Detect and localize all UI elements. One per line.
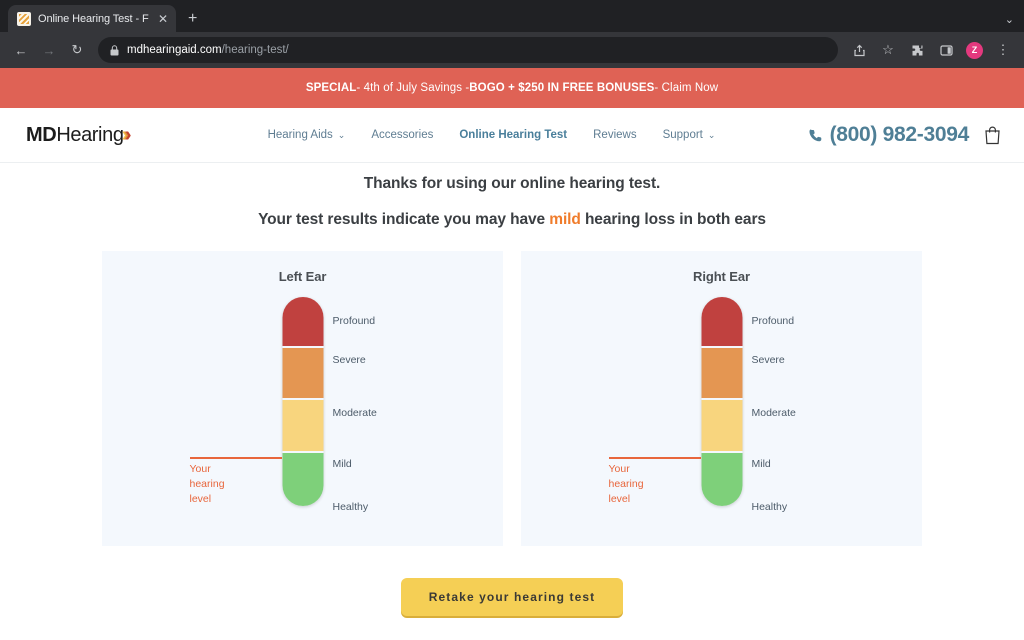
- phone-link[interactable]: (800) 982-3094: [808, 123, 969, 147]
- tab-title: Online Hearing Test - Free, Inst: [38, 12, 149, 25]
- button-row: Retake your hearing test: [0, 578, 1024, 616]
- tick-label-profound: Profound: [751, 315, 795, 327]
- logo-text: MDHearing: [26, 124, 124, 147]
- tick-label-healthy: Healthy: [751, 501, 788, 513]
- nav-item-online-hearing-test[interactable]: Online Hearing Test: [459, 129, 567, 141]
- gauge-segment-severe: [282, 347, 323, 401]
- chevron-down-icon: ⌄: [337, 129, 346, 140]
- result-prefix: Your test results indicate you may have: [258, 211, 550, 228]
- header-right: (800) 982-3094: [808, 123, 1002, 147]
- marker-label: Your hearing level: [608, 463, 644, 505]
- tick-label-severe: Severe: [332, 354, 366, 366]
- left-ear-gauge: [282, 297, 323, 506]
- tick-label-mild: Mild: [751, 458, 771, 470]
- url-domain: mdhearingaid.com: [127, 44, 222, 56]
- marker-line: [608, 457, 701, 459]
- gauge-segment-healthy: [701, 453, 742, 506]
- logo[interactable]: MDHearing › › ›: [26, 124, 132, 147]
- gauge-segment-moderate: [701, 400, 742, 454]
- marker-label: Your hearing level: [189, 463, 225, 505]
- browser-toolbar: ← → ↻ mdhearingaid.com/hearing-test/ ☆ Z…: [0, 32, 1024, 68]
- gauge-segment-profound: [282, 297, 323, 348]
- results-panels: Left Ear Profound Severe Moderate Mild H…: [102, 251, 922, 546]
- retake-test-button[interactable]: Retake your hearing test: [400, 578, 624, 616]
- promo-special-label: SPECIAL: [305, 82, 357, 94]
- toolbar-right-icons: ☆ Z ⋮: [846, 37, 1016, 63]
- tick-label-severe: Severe: [751, 354, 785, 366]
- tab-strip: Online Hearing Test - Free, Inst ✕ + ⌄: [0, 0, 1024, 32]
- logo-hearing: Hearing: [56, 123, 124, 146]
- back-icon[interactable]: ←: [8, 37, 34, 63]
- new-tab-button[interactable]: +: [188, 10, 197, 28]
- tick-label-moderate: Moderate: [751, 407, 796, 419]
- tick-label-healthy: Healthy: [332, 501, 369, 513]
- nav-item-reviews[interactable]: Reviews: [593, 129, 636, 141]
- browser-tab[interactable]: Online Hearing Test - Free, Inst ✕: [8, 5, 176, 32]
- right-ear-title: Right Ear: [693, 269, 750, 284]
- close-icon[interactable]: ✕: [156, 11, 170, 27]
- result-suffix: hearing loss in both ears: [580, 211, 766, 228]
- main-nav: Hearing Aids ⌄ Accessories Online Hearin…: [268, 129, 716, 141]
- extensions-icon[interactable]: [904, 37, 930, 63]
- avatar[interactable]: Z: [966, 41, 983, 59]
- address-bar[interactable]: mdhearingaid.com/hearing-test/: [98, 37, 838, 63]
- nav-item-accessories[interactable]: Accessories: [371, 129, 433, 141]
- lock-icon: [110, 44, 119, 55]
- menu-icon[interactable]: ⋮: [990, 37, 1016, 63]
- url-path: /hearing-test/: [221, 44, 289, 56]
- gauge-segment-severe: [701, 347, 742, 401]
- gauge-segment-profound: [701, 297, 742, 348]
- promo-claim-text: - Claim Now: [654, 82, 719, 94]
- left-ear-gauge-wrap: Profound Severe Moderate Mild Healthy Yo…: [102, 284, 503, 524]
- page-content: Thanks for using our online hearing test…: [0, 163, 1024, 640]
- left-ear-title: Left Ear: [278, 269, 327, 284]
- result-severity: mild: [549, 211, 581, 228]
- site-header: MDHearing › › › Hearing Aids ⌄ Accessori…: [0, 108, 1024, 163]
- nav-item-support[interactable]: Support ⌄: [663, 129, 716, 141]
- promo-banner[interactable]: SPECIAL - 4th of July Savings - BOGO + $…: [0, 68, 1024, 108]
- logo-md: MD: [26, 123, 57, 146]
- promo-mid-text: - 4th of July Savings -: [356, 82, 470, 94]
- promo-offer-label: BOGO + $250 IN FREE BONUSES: [469, 82, 655, 94]
- gauge-segment-moderate: [282, 400, 323, 454]
- side-panel-icon[interactable]: [933, 37, 959, 63]
- share-icon[interactable]: [846, 37, 872, 63]
- page-title: Thanks for using our online hearing test…: [363, 175, 661, 192]
- gauge-segment-healthy: [282, 453, 323, 506]
- tick-label-moderate: Moderate: [332, 407, 377, 419]
- right-ear-gauge: [701, 297, 742, 506]
- result-subtitle: Your test results indicate you may have …: [0, 211, 1024, 229]
- left-ear-panel: Left Ear Profound Severe Moderate Mild H…: [102, 251, 503, 546]
- right-ear-gauge-wrap: Profound Severe Moderate Mild Healthy Yo…: [521, 284, 922, 524]
- right-ear-panel: Right Ear Profound Severe Moderate Mild …: [521, 251, 922, 546]
- chevron-down-icon[interactable]: ⌄: [1005, 13, 1014, 26]
- site-favicon: [17, 11, 31, 26]
- bookmark-star-icon[interactable]: ☆: [875, 37, 901, 63]
- phone-icon: [809, 128, 821, 141]
- cart-icon[interactable]: [983, 125, 1002, 145]
- url-text: mdhearingaid.com/hearing-test/: [127, 44, 289, 56]
- browser-chrome: Online Hearing Test - Free, Inst ✕ + ⌄ ←…: [0, 0, 1024, 68]
- forward-icon[interactable]: →: [36, 37, 62, 63]
- left-ear-marker: Your hearing level: [189, 457, 282, 507]
- reload-icon[interactable]: ↻: [64, 37, 90, 63]
- phone-number: (800) 982-3094: [829, 123, 970, 146]
- chevron-down-icon: ⌄: [707, 129, 716, 140]
- tick-label-mild: Mild: [332, 458, 352, 470]
- tick-label-profound: Profound: [332, 315, 376, 327]
- nav-item-hearing-aids[interactable]: Hearing Aids ⌄: [268, 129, 346, 141]
- logo-chevrons-icon: › › ›: [121, 124, 132, 146]
- marker-line: [189, 457, 282, 459]
- right-ear-marker: Your hearing level: [608, 457, 701, 507]
